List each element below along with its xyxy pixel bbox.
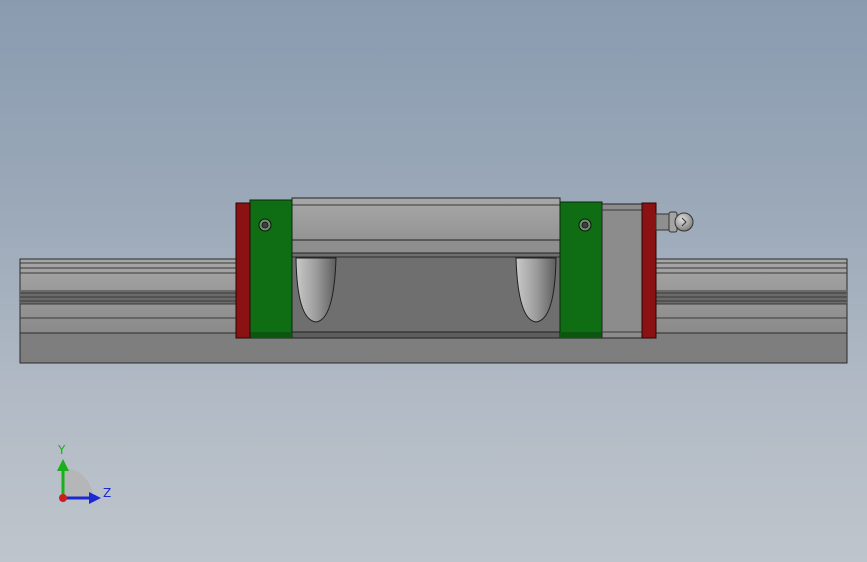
model-view[interactable]	[0, 0, 867, 562]
end-seal-right	[641, 202, 657, 339]
screw-icon	[578, 218, 592, 232]
rail-profile-left	[19, 258, 238, 334]
axis-triad	[57, 459, 101, 504]
carriage-band	[291, 239, 561, 254]
end-cap-left	[249, 199, 293, 339]
carriage-top-flange	[291, 197, 561, 241]
end-seal-left	[235, 202, 251, 339]
x-axis-icon	[59, 494, 67, 502]
graphics-viewport[interactable]: Y Z	[0, 0, 867, 562]
triad-plane	[63, 468, 93, 498]
rail-profile-right	[655, 258, 848, 334]
end-spacer	[601, 203, 643, 339]
z-axis-label: Z	[103, 486, 112, 500]
carriage-block[interactable]	[235, 197, 694, 339]
y-axis-label: Y	[58, 443, 66, 457]
grease-fitting	[655, 211, 694, 233]
screw-icon	[258, 218, 272, 232]
